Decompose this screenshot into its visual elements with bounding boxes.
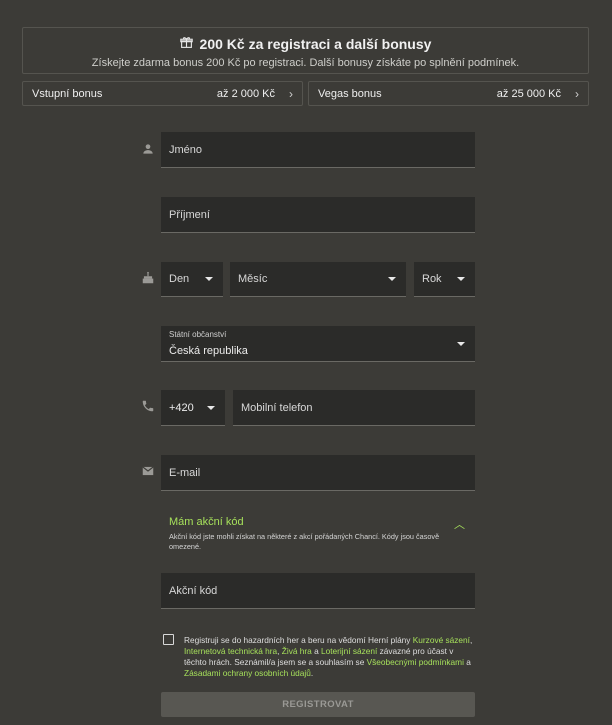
link-live-game[interactable]: Živá hra [282, 646, 312, 656]
bonus-label: Vegas bonus [318, 87, 382, 100]
caret-down-icon [457, 277, 465, 281]
citizenship-label: Státní občanství [169, 330, 227, 339]
last-name-field[interactable]: Příjmení [161, 197, 475, 233]
promo-code-placeholder: Akční kód [169, 584, 218, 597]
month-placeholder: Měsíc [238, 273, 268, 285]
caret-down-icon [388, 277, 396, 281]
caret-down-icon [457, 341, 465, 346]
link-lottery-betting[interactable]: Loterijní sázení [321, 646, 377, 656]
link-internet-technical-game[interactable]: Internetová technická hra [184, 646, 277, 656]
citizenship-select[interactable]: Státní občanství Česká republika [161, 326, 475, 362]
caret-down-icon [207, 405, 215, 410]
birth-month-select[interactable]: Měsíc [230, 262, 406, 297]
chevron-right-icon: › [289, 86, 293, 101]
phone-icon [141, 399, 155, 413]
terms-text-part: a [311, 646, 322, 656]
email-placeholder: E-mail [169, 466, 201, 479]
promo-code-toggle[interactable]: Mám akční kód ︿ Akční kód jste mohli zís… [169, 516, 467, 552]
promo-code-title: Mám akční kód [169, 516, 244, 528]
terms-text-part: , [469, 635, 473, 645]
chevron-up-icon: ︿ [454, 519, 465, 531]
promo-banner: 200 Kč za registraci a další bonusy Získ… [22, 27, 589, 74]
chevron-right-icon: › [575, 86, 579, 101]
promo-title: 200 Kč za registraci a další bonusy [199, 36, 432, 52]
terms-checkbox[interactable] [163, 634, 174, 645]
bonus-amount: až 25 000 Kč [496, 87, 561, 100]
link-privacy-policy[interactable]: Zásadami ochrany osobních údajů [184, 668, 311, 678]
entry-bonus-button[interactable]: Vstupní bonus až 2 000 Kč › [22, 81, 303, 106]
phone-prefix-value: +420 [169, 401, 194, 414]
vegas-bonus-button[interactable]: Vegas bonus až 25 000 Kč › [308, 81, 589, 106]
birth-year-select[interactable]: Rok [414, 262, 475, 297]
promo-title-row: 200 Kč za registraci a další bonusy [23, 36, 588, 52]
promo-subtitle: Získejte zdarma bonus 200 Kč po registra… [91, 57, 520, 69]
terms-text: Registruji se do hazardních her a beru n… [184, 635, 476, 679]
link-sports-betting[interactable]: Kurzové sázení [413, 635, 470, 645]
year-placeholder: Rok [422, 273, 442, 285]
email-icon [141, 464, 155, 478]
bonus-label: Vstupní bonus [32, 87, 103, 100]
last-name-placeholder: Příjmení [169, 208, 210, 221]
caret-down-icon [205, 277, 213, 281]
link-general-terms[interactable]: Všeobecnými podmínkami [367, 657, 464, 667]
mobile-phone-field[interactable]: Mobilní telefon [233, 390, 475, 426]
terms-text-part: . [310, 668, 314, 678]
email-field[interactable]: E-mail [161, 455, 475, 491]
register-button[interactable]: REGISTROVAT [161, 692, 475, 717]
mobile-phone-placeholder: Mobilní telefon [241, 401, 313, 414]
birth-day-select[interactable]: Den [161, 262, 223, 297]
terms-text-part: a [463, 657, 471, 667]
first-name-field[interactable]: Jméno [161, 132, 475, 168]
cake-icon [141, 271, 155, 285]
phone-prefix-select[interactable]: +420 [161, 390, 225, 426]
gift-icon [179, 36, 193, 52]
day-placeholder: Den [169, 273, 190, 285]
first-name-placeholder: Jméno [169, 143, 203, 156]
bonus-amount: až 2 000 Kč [216, 87, 275, 100]
promo-code-description: Akční kód jste mohli získat na některé z… [169, 532, 440, 551]
citizenship-value: Česká republika [169, 345, 248, 357]
terms-text-part: Registruji se do hazardních her a beru n… [184, 635, 413, 645]
person-icon [141, 142, 155, 156]
promo-code-field[interactable]: Akční kód [161, 573, 475, 609]
